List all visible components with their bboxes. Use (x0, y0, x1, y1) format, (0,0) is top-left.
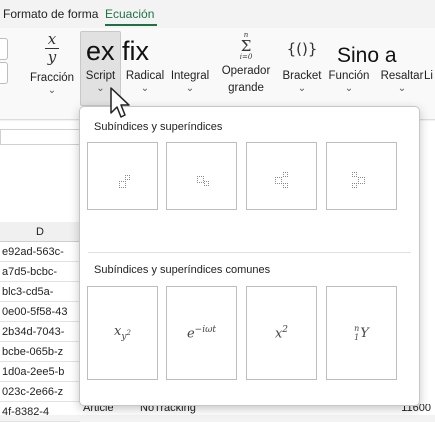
limit-button[interactable]: Li (424, 32, 435, 110)
table-row[interactable]: 1d0a-2ee5-b (0, 362, 80, 382)
table-row[interactable]: 4f-8382-4 (0, 402, 80, 422)
column-header-d[interactable]: D (0, 222, 80, 242)
spreadsheet-area: D e92ad-563c- a7d5-bcbc- blc3-cd5a- 0e00… (0, 121, 80, 422)
sub-superscript-template[interactable] (246, 142, 317, 210)
table-row[interactable]: 0e00-5f58-43 (0, 302, 80, 322)
tab-shape-format[interactable]: Formato de forma (3, 7, 98, 21)
summation-icon: n Σ i=0 (239, 31, 253, 61)
sheet-right-edge (420, 121, 435, 404)
left-sub-superscript-template[interactable] (326, 142, 397, 210)
section-divider (88, 252, 411, 253)
superscript-template[interactable] (87, 142, 158, 210)
table-row[interactable]: bcbe-065b-z (0, 342, 80, 362)
common-script-prescript-y[interactable]: n 1 Y (326, 286, 397, 380)
section-title-common: Subíndices y superíndices comunes (94, 264, 271, 276)
table-row[interactable]: 2b34d-7043- (0, 322, 80, 342)
subscript-template[interactable] (166, 142, 237, 210)
chevron-down-icon: ⌄ (344, 83, 354, 94)
chevron-down-icon: ⌄ (297, 83, 307, 94)
chevron-down-icon: ⌄ (47, 85, 57, 96)
active-tab-indicator (105, 24, 157, 26)
name-box[interactable] (0, 129, 80, 145)
bracket-icon: {()} (286, 40, 318, 58)
table-row[interactable]: blc3-cd5a- (0, 282, 80, 302)
chevron-down-icon: ⌄ (185, 83, 195, 94)
section-title-scripts: Subíndices y superíndices (94, 121, 223, 133)
left-ribbon-control[interactable] (0, 38, 8, 60)
fraction-icon: x y (28, 32, 76, 65)
bracket-button[interactable]: {()} Bracket ⌄ (280, 32, 324, 110)
table-row[interactable]: e92ad-563c- (0, 242, 80, 262)
mouse-pointer-icon (110, 87, 130, 118)
fraction-button[interactable]: x y Fracción ⌄ (28, 32, 76, 110)
chevron-down-icon: ⌄ (397, 83, 407, 94)
tab-equation[interactable]: Ecuación (105, 7, 154, 21)
common-script-exponential[interactable]: e−iωt (166, 286, 237, 380)
table-row[interactable]: a7d5-bcbc- (0, 262, 80, 282)
script-gallery-dropdown: Subíndices y superíndices Subíndices y s… (79, 106, 420, 406)
accent-button[interactable]: Resaltar ⌄ (380, 32, 424, 110)
integral-button[interactable]: Integral ⌄ (168, 32, 212, 110)
left-ribbon-control-2[interactable] (0, 62, 8, 84)
common-script-x-squared[interactable]: x2 (246, 286, 317, 380)
large-operator-button[interactable]: n Σ i=0 Operador grande (220, 32, 272, 112)
ribbon-tabs: Formato de forma Ecuación (0, 0, 435, 28)
common-script-xy2[interactable]: xy2 (87, 286, 158, 380)
table-row[interactable]: 023c-2e66-z (0, 382, 80, 402)
